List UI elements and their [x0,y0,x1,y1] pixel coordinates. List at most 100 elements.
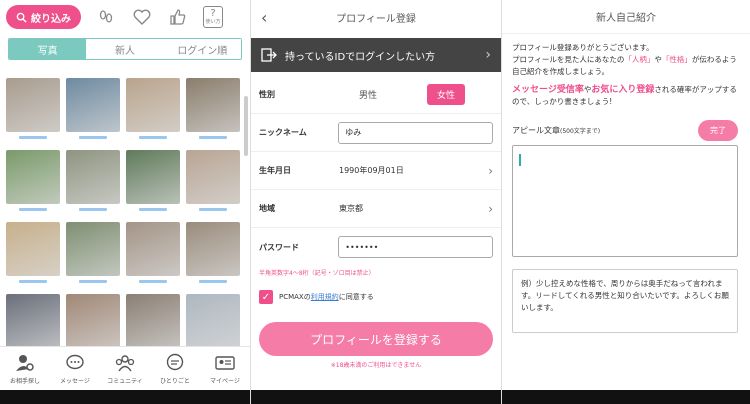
profile-thumbnail[interactable] [126,222,180,288]
password-row: パスワード ••••••• [251,228,501,266]
search-toolbar: 絞り込み ? 使い方 [0,0,250,34]
nav-label: お相手探し [9,378,40,385]
tab-photos[interactable]: 写真 [9,39,87,59]
profile-photo [6,294,60,348]
footprints-icon [99,10,113,23]
region-row[interactable]: 地域 東京都 › [251,190,501,228]
intro-text: プロフィール登録ありがとうございます。 プロフィールを見た人にあなたの「人柄」や… [502,34,750,78]
emphasis-highlight: メッセージ受信率 [512,85,584,95]
footprints-button[interactable] [95,6,117,28]
nickname-label: ニックネーム [259,128,307,137]
search-icon [16,12,27,23]
nav-label: メッセージ [60,378,90,385]
profile-name-placeholder [6,132,60,142]
profile-thumbnail[interactable] [186,222,240,288]
tab-newcomers[interactable]: 新人 [86,39,164,59]
gender-row: 性別 男性 女性 [251,76,501,114]
profile-name-placeholder [66,132,120,142]
page-title: 新人自己紹介 [502,0,750,34]
photo-grid [6,78,240,360]
filter-button[interactable]: 絞り込み [6,5,81,29]
profile-photo [186,78,240,132]
password-label: パスワード [259,242,299,252]
profile-thumbnail[interactable] [186,78,240,144]
nickname-row: ニックネーム ゆみ [251,114,501,152]
gender-female-option[interactable]: 女性 [427,84,466,105]
favorites-button[interactable] [131,6,153,28]
gender-selector: 男性 女性 [349,84,466,105]
login-bar-label: 持っているIDでログインしたい方 [285,51,436,63]
system-nav-bar [0,390,250,404]
profile-thumbnail[interactable] [126,150,180,216]
system-nav-bar [502,390,750,404]
search-panel: 絞り込み ? 使い方 写真 新人 ログイン順 お相手探し メッセージ コミュニテ… [0,0,250,404]
question-icon: ? [210,8,216,19]
appeal-header: アピール文章(500文字まで) 完了 [502,108,750,141]
nav-my-page[interactable]: マイページ [200,347,250,390]
profile-photo [186,150,240,204]
profile-thumbnail[interactable] [6,150,60,216]
gender-male-option[interactable]: 男性 [349,84,387,105]
profile-photo [126,78,180,132]
emphasis-highlight: お気に入り登録 [591,85,655,95]
terms-prefix: PCMAXの [279,293,311,301]
terms-checkbox[interactable]: ✓ [259,290,273,304]
nickname-input[interactable]: ゆみ [338,121,493,144]
registration-panel: ‹ プロフィール登録 持っているIDでログインしたい方 › 性別 男性 女性 ニ… [250,0,501,404]
registration-header: ‹ プロフィール登録 [251,0,501,34]
profile-thumbnail[interactable] [126,78,180,144]
terms-link[interactable]: 利用規約 [311,293,339,301]
profile-photo [6,150,60,204]
checkmark-icon: ✓ [261,291,271,303]
region-label: 地域 [259,204,275,213]
text-caret [519,154,521,166]
profile-photo [126,294,180,348]
profile-photo [6,78,60,132]
profile-name-placeholder [66,204,120,214]
person-search-icon [16,355,34,371]
help-button[interactable]: ? 使い方 [203,6,223,28]
intro-line-2: プロフィールを見た人にあなたの「人柄」や「性格」が伝わるよう自己紹介を作成しまし… [512,54,740,78]
monologue-icon [166,353,184,371]
password-input[interactable]: ••••••• [338,236,493,258]
nav-monologue[interactable]: ひとりごと [150,347,200,390]
profile-name-placeholder [66,276,120,286]
nav-messages[interactable]: メッセージ [50,347,100,390]
profile-thumbnail[interactable] [6,78,60,144]
login-with-id-bar[interactable]: 持っているIDでログインしたい方 › [251,38,501,72]
birthday-row[interactable]: 生年月日 1990年09月01日 › [251,152,501,190]
intro-highlight: 「性格」 [661,55,692,64]
profile-thumbnail[interactable] [66,150,120,216]
profile-photo [66,78,120,132]
profile-thumbnail[interactable] [186,150,240,216]
login-icon [261,48,277,62]
profile-photo [66,222,120,276]
profile-name-placeholder [186,204,240,214]
profile-thumbnail[interactable] [66,78,120,144]
nav-label: ひとりごと [160,378,190,385]
region-value: 東京都 [339,204,363,213]
profile-thumbnail[interactable] [66,222,120,288]
profile-name-placeholder [6,204,60,214]
tab-login-order[interactable]: ログイン順 [163,39,241,59]
profile-name-placeholder [186,276,240,286]
register-profile-button[interactable]: プロフィールを登録する [259,322,493,356]
heart-icon [133,9,151,25]
intro-highlight: 「人柄」 [624,55,655,64]
search-tabs: 写真 新人 ログイン順 [8,38,242,60]
done-button[interactable]: 完了 [698,120,738,141]
birthday-value: 1990年09月01日 [339,166,404,175]
help-label: 使い方 [205,19,221,25]
birthday-label: 生年月日 [259,166,291,175]
profile-name-placeholder [126,132,180,142]
likes-button[interactable] [167,6,189,28]
nav-partner-search[interactable]: お相手探し [0,347,50,390]
profile-thumbnail[interactable] [6,222,60,288]
page-title: プロフィール登録 [336,13,416,25]
appeal-textarea[interactable] [512,145,738,257]
appeal-label-text: アピール文章 [512,126,560,135]
nav-community[interactable]: コミュニティ [100,347,150,390]
profile-photo [126,222,180,276]
scrollbar[interactable] [244,96,248,156]
age-notice: ※18歳未満のご利用はできません [330,362,422,369]
